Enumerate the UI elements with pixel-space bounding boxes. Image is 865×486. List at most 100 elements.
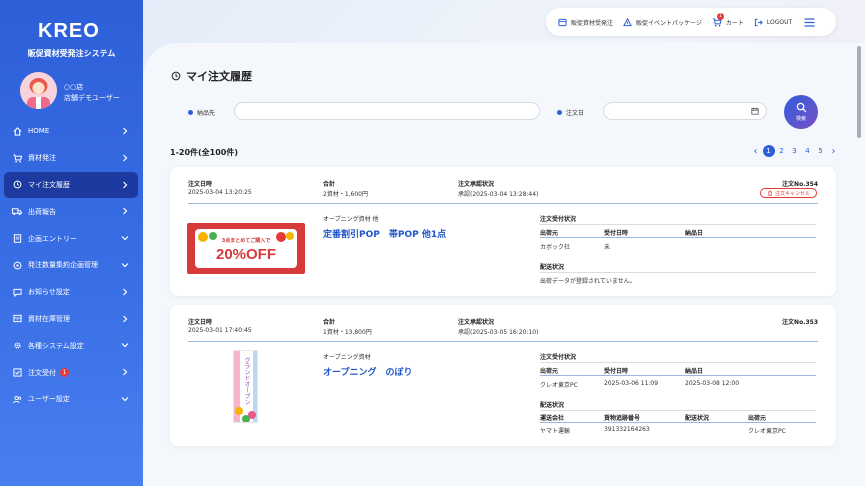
product-category: オープニング資材 [323, 354, 371, 361]
delivery-label-text: 納品先 [197, 110, 216, 117]
acceptance-cell: クレオ東京PC [540, 382, 578, 389]
package-icon [623, 17, 632, 26]
sidebar-item-label: 注文受付 [28, 368, 56, 377]
sidebar-item-inventory[interactable]: 資材在庫管理 [4, 306, 138, 333]
sidebar-item-notice-settings[interactable]: お知らせ設定 [4, 279, 138, 306]
order-date-header: 注文日時 [188, 181, 213, 188]
shipping-col-header: 運送会社 [540, 415, 565, 422]
top-bar: 販促資材受発注 販促イベントパッケージ 1 カート LOGOUT [546, 8, 836, 36]
chevron-down-icon [120, 340, 130, 350]
order-total-header: 合計 [323, 181, 336, 188]
document-icon [12, 234, 22, 244]
divider [540, 272, 816, 273]
inventory-icon [12, 314, 22, 324]
order-date-input[interactable] [603, 102, 767, 120]
search-label: 検索 [795, 116, 806, 122]
event-package-link[interactable]: 販促イベントパッケージ [623, 17, 702, 27]
next-page-button[interactable]: › [828, 145, 840, 157]
order-date-value: 2025-03-04 13:20:25 [188, 189, 252, 196]
material-order-label: 販促資材受発注 [571, 19, 614, 27]
scrollbar-thumb[interactable] [857, 46, 861, 138]
order-number: 注文No.353 [782, 319, 818, 326]
page-1-button[interactable]: 1 [762, 145, 775, 157]
acceptance-col-header: 納品日 [685, 368, 704, 375]
pagination: ‹ 1 2 3 4 5 › [749, 145, 840, 157]
order-date-header: 注文日時 [188, 319, 213, 326]
order-total-value: 1資材・13,800円 [323, 329, 372, 336]
acceptance-col-header: 出荷元 [540, 230, 559, 237]
calendar-icon[interactable] [751, 107, 759, 115]
sidebar-item-plan-entry[interactable]: 企画エントリー [4, 225, 138, 252]
truck-icon [12, 207, 22, 217]
sidebar-item-label: 資材在庫管理 [28, 314, 70, 323]
tracking-number-link[interactable]: 391332164263 [604, 426, 650, 433]
hamburger-menu-button[interactable] [804, 17, 819, 27]
material-order-link[interactable]: 販促資材受発注 [558, 18, 613, 27]
divider [540, 362, 816, 363]
avatar [20, 72, 57, 109]
page-5-button[interactable]: 5 [815, 145, 827, 157]
approval-status-header: 注文承認状況 [458, 181, 495, 188]
divider [540, 224, 816, 225]
acceptance-col-header: 受付日時 [604, 230, 629, 237]
search-button[interactable]: 検索 [784, 95, 818, 129]
logout-icon [754, 18, 763, 26]
logout-link[interactable]: LOGOUT [754, 18, 792, 27]
acceptance-cell: カボック社 [540, 244, 571, 251]
users-icon [12, 394, 22, 404]
acceptance-status-title: 注文受付状況 [540, 354, 577, 361]
chevron-right-icon [120, 206, 130, 216]
prev-page-button[interactable]: ‹ [750, 145, 762, 157]
cart-link[interactable]: 1 カート [712, 12, 744, 27]
acceptance-col-header: 出荷元 [540, 368, 559, 375]
check-icon [12, 368, 22, 378]
chevron-right-icon [120, 126, 130, 136]
product-name-link[interactable]: 定番割引POP 帯POP 他1点 [323, 227, 446, 240]
page-4-button[interactable]: 4 [802, 145, 814, 157]
main-content: マイ注文履歴 納品先 注文日 検索 1-20件(全100件) ‹ 1 2 3 4… [143, 43, 865, 486]
page-3-button[interactable]: 3 [789, 145, 801, 157]
acceptance-cell: 未 [604, 244, 611, 251]
order-card[interactable]: 注文日時 2025-03-01 17:40:45 合計 1資材・13,800円 … [170, 305, 836, 446]
cancel-order-label: 注文キャンセル [774, 190, 810, 197]
home-icon [12, 126, 22, 136]
delivery-input[interactable] [234, 102, 540, 120]
sidebar-item-label: HOME [28, 127, 50, 136]
sidebar-item-material-order[interactable]: 資材発注 [4, 145, 138, 172]
divider [540, 422, 816, 423]
approval-status-header: 注文承認状況 [458, 319, 495, 326]
flag-text: グランドオープン [243, 357, 250, 405]
page-title-text: マイ注文履歴 [186, 70, 252, 83]
app-logo[interactable]: KREO [38, 20, 100, 43]
sidebar-item-label: ユーザー設定 [28, 395, 70, 404]
product-thumbnail[interactable]: 3点まとめてご購入で 20%OFF [187, 223, 305, 274]
sidebar-item-user-settings[interactable]: ユーザー設定 [4, 386, 138, 413]
sidebar-item-order-history[interactable]: マイ注文履歴 [4, 171, 138, 199]
shipping-cell: クレオ東京PC [748, 428, 786, 435]
sidebar-item-label: 各種システム設定 [28, 341, 84, 350]
acceptance-cell: 2025-03-08 12:00 [685, 380, 740, 387]
chevron-right-icon [120, 180, 130, 190]
trash-icon [768, 190, 772, 196]
order-card[interactable]: 注文日時 2025-03-04 13:20:25 合計 2資材・1,600円 注… [170, 167, 836, 296]
sidebar-item-quantity-plan[interactable]: 発注数量集約企画管理 [4, 252, 138, 279]
sidebar-item-home[interactable]: HOME [4, 118, 138, 145]
cancel-order-button[interactable]: 注文キャンセル [760, 188, 817, 198]
acceptance-status-title: 注文受付状況 [540, 216, 577, 223]
gear-icon [12, 341, 22, 351]
sidebar-item-order-acceptance[interactable]: 注文受付 1 [4, 359, 138, 386]
page-title: マイ注文履歴 [171, 68, 252, 84]
cart-label: カート [725, 19, 744, 27]
product-thumbnail[interactable]: グランドオープン [233, 350, 258, 423]
order-date-label-text: 注文日 [566, 110, 585, 117]
divider [540, 237, 816, 238]
chevron-down-icon [120, 260, 130, 270]
page-2-button[interactable]: 2 [776, 145, 788, 157]
sidebar: KREO 販促資材受発注システム ○○店 店舗デモユーザー HOME 資材発注 … [0, 0, 143, 486]
shipping-empty-message: 出荷データが登録されていません。 [540, 278, 636, 285]
chevron-right-icon [120, 367, 130, 377]
order-date-value: 2025-03-01 17:40:45 [188, 327, 252, 334]
sidebar-item-shipping-report[interactable]: 出荷報告 [4, 198, 138, 225]
product-name-link[interactable]: オープニング のぼり [323, 365, 412, 378]
sidebar-item-system-settings[interactable]: 各種システム設定 [4, 332, 138, 359]
